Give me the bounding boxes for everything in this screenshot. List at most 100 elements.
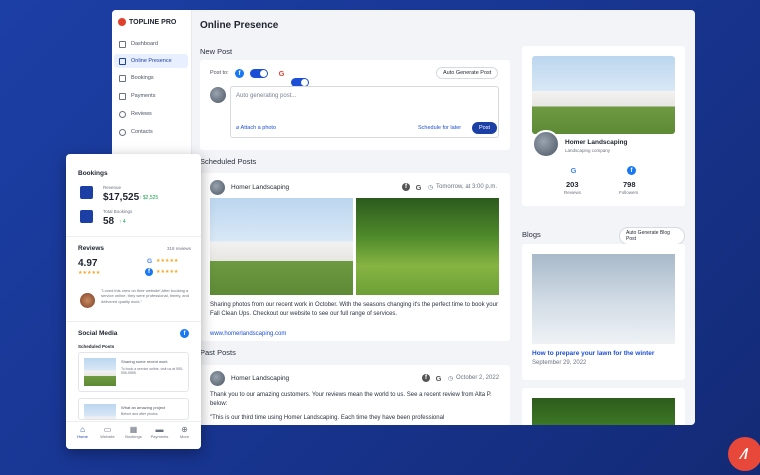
scheduled-post-item[interactable]: What an amazing project Before and after…: [78, 398, 189, 420]
profile-subtitle: Landscaping company: [565, 148, 611, 153]
sidebar-item-dashboard[interactable]: Dashboard: [114, 37, 188, 51]
profile-card: Homer Landscaping Landscaping company G …: [522, 46, 685, 206]
bookings-title: Bookings: [78, 170, 108, 177]
post-thumbnail: [84, 404, 116, 419]
profile-avatar: [532, 130, 560, 158]
scheduled-post-card: Homer Landscaping f G ◷ Tomorrow, at 3:0…: [200, 173, 510, 341]
calendar-icon: [119, 74, 126, 82]
clock-icon: ◷: [428, 185, 434, 191]
tab-more[interactable]: ⊕ More: [172, 425, 197, 439]
bottom-tab-bar: ⌂ Home ▭ Website ▦ Bookings ▬ Payments ⊕…: [66, 421, 201, 449]
sidebar-item-label: Payments: [131, 93, 156, 99]
sidebar-item-bookings[interactable]: Bookings: [114, 71, 188, 85]
blog-card-2[interactable]: [522, 388, 685, 425]
reviews-label: Reviews: [564, 190, 582, 195]
tab-website[interactable]: ▭ Website: [95, 425, 120, 439]
reviewer-avatar: [80, 293, 95, 308]
rating-value: 4.97: [78, 258, 98, 269]
reviews-count: 203: [566, 180, 579, 189]
blog-title[interactable]: How to prepare your lawn for the winter: [532, 350, 654, 357]
avatar: [210, 87, 226, 103]
total-bookings-label: Total Bookings: [103, 209, 133, 214]
scheduled-posts-heading: Scheduled Posts: [200, 157, 257, 166]
total-bookings-value: 58: [103, 216, 115, 227]
brand-name: TOPLINE PRO: [129, 18, 177, 26]
reviews-count: 318 reviews: [167, 246, 192, 251]
total-bookings-delta: ↑ 4: [119, 219, 126, 225]
monitor-icon: [119, 57, 126, 65]
facebook-icon: f: [402, 183, 410, 191]
post-link[interactable]: www.homerlandscaping.com: [210, 330, 286, 339]
bookings-icon: [80, 210, 93, 223]
blogs-heading: Blogs: [522, 230, 541, 239]
post-time: Tomorrow, at 3:00 p.m.: [436, 184, 498, 190]
divider: [66, 236, 201, 237]
sidebar-item-label: Dashboard: [131, 41, 158, 47]
facebook-icon: f: [422, 374, 430, 382]
scheduled-posts-label: Scheduled Posts: [78, 344, 115, 349]
blog-image-snowman: [532, 254, 675, 344]
auto-generate-post-button[interactable]: Auto Generate Post: [436, 67, 499, 79]
main-content: Online Presence New Post Post to: f G Au…: [200, 10, 510, 425]
auto-generate-blog-button[interactable]: Auto Generate Blog Post: [619, 227, 685, 245]
post-author: Homer Landscaping: [231, 184, 290, 191]
tab-home[interactable]: ⌂ Home: [70, 425, 95, 439]
followers-label: Followers: [619, 190, 639, 195]
sidebar-item-contacts[interactable]: Contacts: [114, 125, 188, 139]
blog-date: September 29, 2022: [532, 360, 587, 366]
past-posts-heading: Past Posts: [200, 348, 236, 357]
tab-payments[interactable]: ▬ Payments: [147, 425, 172, 439]
clock-icon: ◷: [448, 376, 454, 382]
attach-label: Attach a photo: [240, 125, 277, 131]
sidebar-item-payments[interactable]: Payments: [114, 89, 188, 103]
post-image-house: [210, 198, 353, 295]
schedule-later-link[interactable]: Schedule for later: [418, 125, 461, 131]
attach-photo-link[interactable]: ⌀ Attach a photo: [236, 125, 276, 131]
home-icon: [119, 40, 126, 48]
followers-count: 798: [623, 180, 636, 189]
google-icon: G: [278, 69, 285, 78]
profile-name: Homer Landscaping: [565, 139, 628, 146]
facebook-rating-stars: ★★★★★: [156, 269, 179, 275]
tab-bookings[interactable]: ▦ Bookings: [121, 425, 146, 439]
post-title: What an amazing project: [121, 405, 166, 410]
post-composer[interactable]: Auto generating post... ⌀ Attach a photo…: [230, 86, 499, 138]
page-title: Online Presence: [200, 20, 279, 31]
sidebar-item-reviews[interactable]: Reviews: [114, 107, 188, 121]
brand-logo: TOPLINE PRO: [118, 18, 176, 26]
profile-cover-image: [532, 56, 675, 134]
card-icon: [119, 92, 126, 100]
sidebar-item-label: Contacts: [131, 129, 153, 135]
sidebar-item-online-presence[interactable]: Online Presence: [114, 54, 188, 68]
avatar: [210, 371, 225, 386]
facebook-icon: f: [145, 268, 153, 276]
composer-placeholder: Auto generating post...: [236, 93, 297, 99]
scheduled-post-item[interactable]: Sharing some recent work To book a servi…: [78, 352, 189, 392]
google-rating-stars: ★★★★★: [156, 258, 179, 264]
revenue-delta: ↑ $2,525: [139, 195, 159, 201]
blog-image-grass: [532, 398, 675, 425]
blog-card[interactable]: How to prepare your lawn for the winter …: [522, 244, 685, 380]
post-button[interactable]: Post: [472, 122, 498, 134]
card-icon: ▬: [155, 425, 164, 434]
star-icon: [119, 110, 126, 118]
post-author: Homer Landscaping: [231, 375, 290, 382]
rating-stars: ★★★★★: [78, 270, 101, 276]
post-thumbnail: [84, 358, 116, 386]
facebook-toggle[interactable]: [250, 69, 268, 78]
google-icon: G: [146, 258, 153, 265]
sidebar-item-label: Bookings: [131, 75, 154, 81]
people-icon: [119, 128, 126, 136]
google-icon: G: [435, 374, 442, 383]
google-icon: G: [415, 183, 422, 192]
post-body: Thank you to our amazing customers. Your…: [210, 392, 492, 407]
post-body: Sharing photos from our recent work in O…: [210, 302, 498, 317]
monitor-icon: ▭: [103, 425, 112, 434]
tab-label: Bookings: [125, 434, 142, 439]
reviews-title: Reviews: [78, 245, 105, 252]
facebook-icon: f: [627, 166, 636, 175]
social-media-title: Social Media: [78, 330, 118, 337]
sidebar-item-label: Online Presence: [131, 58, 172, 64]
tab-label: Payments: [150, 434, 169, 439]
new-post-card: Post to: f G Auto Generate Post Auto gen…: [200, 60, 510, 150]
